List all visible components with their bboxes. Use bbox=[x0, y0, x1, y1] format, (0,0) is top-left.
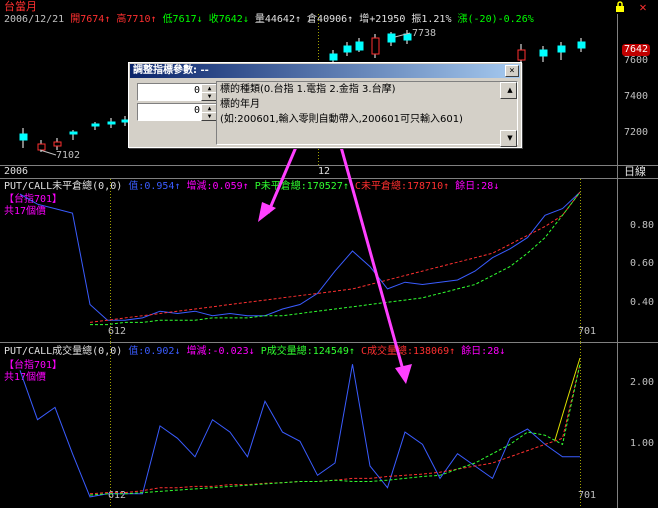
candle-body bbox=[403, 33, 412, 41]
candle-body bbox=[91, 123, 100, 127]
series-line-blue bbox=[19, 364, 581, 498]
series-line-yellow bbox=[554, 357, 581, 441]
annot-leader bbox=[39, 149, 57, 156]
series-line-green bbox=[90, 191, 581, 326]
candle-body bbox=[517, 49, 526, 61]
candle-body bbox=[53, 141, 62, 147]
candle-body bbox=[69, 131, 78, 135]
description-line: 標的年月 bbox=[220, 99, 260, 110]
annotation-arrow-head bbox=[395, 364, 412, 384]
candle-body bbox=[343, 45, 352, 53]
scroll-up-icon[interactable]: ▲ bbox=[500, 82, 517, 99]
param1-value[interactable]: 0 bbox=[194, 85, 200, 96]
scrollbar[interactable]: ▲ ▼ bbox=[500, 82, 517, 147]
param2-value[interactable]: 0 bbox=[194, 105, 200, 116]
param1-spinner[interactable]: 0 ▲ ▼ bbox=[137, 83, 219, 101]
candle-body bbox=[577, 41, 586, 49]
description-line: (如:200601,輸入零則自動帶入,200601可只輸入601) bbox=[220, 114, 463, 125]
adjust-params-dialog: 調整指標參數: -- × 0 ▲ ▼ 0 ▲ ▼ 標的種類(0.台指 1.電指 … bbox=[128, 62, 522, 148]
param-description[interactable]: 標的種類(0.台指 1.電指 2.金指 3.台摩) 標的年月 (如:200601… bbox=[216, 81, 518, 147]
candle-body bbox=[557, 45, 566, 53]
param2-spinner[interactable]: 0 ▲ ▼ bbox=[137, 103, 219, 121]
scroll-down-icon[interactable]: ▼ bbox=[500, 130, 517, 147]
annotation-arrow-head bbox=[258, 202, 276, 222]
candle-body bbox=[387, 33, 396, 43]
description-line: 標的種類(0.台指 1.電指 2.金指 3.台摩) bbox=[220, 84, 396, 95]
candle-body bbox=[107, 121, 116, 125]
candle-body bbox=[37, 143, 46, 151]
candle-body bbox=[539, 49, 548, 57]
series-line-blue bbox=[19, 191, 581, 321]
dialog-title[interactable]: 調整指標參數: -- bbox=[130, 64, 520, 78]
candle-body bbox=[355, 41, 364, 51]
dialog-close-button[interactable]: × bbox=[505, 65, 519, 77]
candle-body bbox=[19, 133, 28, 141]
candle-body bbox=[329, 53, 338, 61]
candle-body bbox=[371, 37, 380, 55]
series-line-red bbox=[89, 364, 581, 495]
series-line-red bbox=[89, 191, 581, 323]
series-line-green bbox=[89, 364, 581, 496]
